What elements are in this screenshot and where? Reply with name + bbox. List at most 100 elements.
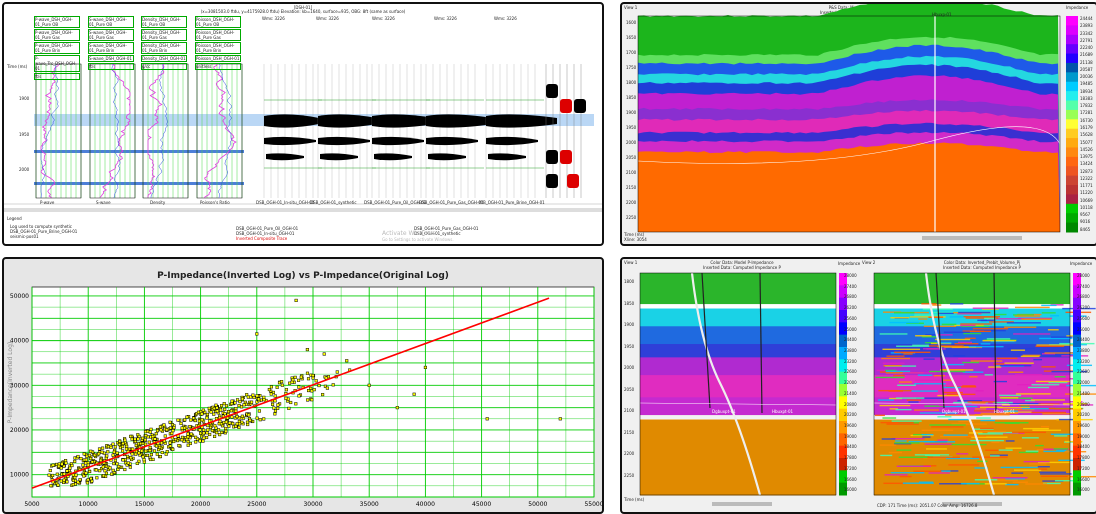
noise-streak xyxy=(1040,425,1050,428)
impedance-layer xyxy=(640,304,836,310)
noise-streak xyxy=(1015,393,1051,395)
wavelet-peak xyxy=(428,153,466,161)
noise-streak xyxy=(994,422,1029,424)
crossplot-chart[interactable]: 5000 10000 15000 20000 25000 30000 35000 40000 4… xyxy=(4,259,602,512)
scatter-point xyxy=(141,455,145,459)
noise-streak xyxy=(928,370,966,373)
scatter-point xyxy=(280,383,284,387)
noise-streak xyxy=(880,454,893,457)
noise-streak xyxy=(882,348,921,351)
seismic-lobe xyxy=(546,84,558,98)
noise-streak xyxy=(1004,326,1037,328)
scatter-point xyxy=(140,449,144,453)
noise-streak xyxy=(938,404,957,407)
scatter-point xyxy=(115,451,119,455)
noise-streak xyxy=(1014,315,1041,317)
colorbar-tick: 13975 xyxy=(1080,154,1093,160)
scatter-point xyxy=(182,426,187,430)
noise-streak xyxy=(1010,349,1026,351)
scatter-point xyxy=(154,432,158,436)
colorbar-swatch xyxy=(1066,34,1078,45)
scatter-point xyxy=(95,476,99,480)
scatter-point xyxy=(176,418,180,422)
scatter-point xyxy=(86,463,90,467)
scatter-point xyxy=(212,412,216,416)
noise-streak xyxy=(994,313,1007,316)
colorbar-tick: 20036 xyxy=(1080,74,1093,80)
wavelet-peak xyxy=(264,136,316,146)
scatter-point xyxy=(141,436,145,440)
scatter-point xyxy=(125,444,129,448)
scatter-point xyxy=(130,452,134,456)
scatter-point xyxy=(129,456,133,460)
swave-header-curve-1: S-wave_DSH_OGH-01_Pure OB xyxy=(88,16,134,28)
scatter-point xyxy=(149,453,153,457)
noise-streak xyxy=(1042,413,1071,415)
impedance-layer xyxy=(640,357,836,376)
scatter-point xyxy=(201,439,205,443)
noise-streak xyxy=(927,456,960,459)
noise-streak xyxy=(1000,466,1039,469)
well-log-panel: [DSH-01] (x=3081503.0 ftdu, y=4175928.0 … xyxy=(2,2,604,246)
noise-streak xyxy=(893,312,915,314)
scatter-point xyxy=(276,406,280,410)
noise-streak xyxy=(1006,322,1041,324)
noise-streak xyxy=(972,456,1008,458)
scatter-point xyxy=(143,430,148,434)
scatter-point xyxy=(215,409,219,413)
scatter-point xyxy=(234,407,238,411)
colorbar-tick: 26800 xyxy=(844,294,857,300)
y-tick-label: 20000 xyxy=(10,427,29,434)
noise-streak xyxy=(1011,472,1024,474)
scatter-point xyxy=(273,412,277,416)
colorbar-tick: 13424 xyxy=(1080,161,1093,167)
scatter-point xyxy=(137,434,141,438)
colorbar-swatch xyxy=(1066,194,1078,205)
colorbar-tick: 16000 xyxy=(844,487,857,493)
time-tick-1: 1900 xyxy=(19,96,30,101)
scatter-point xyxy=(60,462,64,466)
scatter-point xyxy=(111,453,115,457)
scatter-point xyxy=(189,432,193,436)
scatter-point xyxy=(306,398,310,402)
colorbar-tick: 21400 xyxy=(844,390,857,396)
scatter-point xyxy=(103,469,107,473)
scatter-point xyxy=(218,419,222,423)
noise-streak xyxy=(976,417,991,419)
colorbar-tick: 22000 xyxy=(844,380,857,386)
zone-band xyxy=(34,182,244,185)
poisson-header-unit: unitless xyxy=(195,63,241,70)
scatter-point xyxy=(311,373,315,378)
scatter-point xyxy=(200,418,204,422)
scatter-point xyxy=(207,406,211,410)
noise-streak xyxy=(922,436,931,438)
scatter-point xyxy=(267,388,271,392)
scatter-point xyxy=(111,468,115,472)
dual-section-image[interactable] xyxy=(622,259,1096,512)
colorbar-tick: 23342 xyxy=(1080,30,1093,36)
colorbar-swatch xyxy=(1066,128,1078,139)
synthetic-header-3: Wms: 3226 xyxy=(372,16,395,21)
colorbar-tick: 17200 xyxy=(1077,465,1090,471)
poisson-header-curve-3: Poisson_DSH_OGH-01_Pure Brin xyxy=(195,42,241,54)
colorbar-tick: 9567 xyxy=(1080,212,1091,218)
well-marker-label: Hbuxp-01 xyxy=(932,12,952,17)
scatter-point xyxy=(85,481,89,485)
impedance-layer xyxy=(874,304,1070,310)
scatter-point xyxy=(109,445,113,450)
colorbar-tick: 23200 xyxy=(844,358,857,364)
scatter-point xyxy=(294,402,298,406)
noise-streak xyxy=(1031,384,1060,386)
scatter-point xyxy=(59,479,63,483)
status-footer: Xline: 3054 xyxy=(624,237,647,242)
scatter-point xyxy=(104,471,108,475)
scatter-point xyxy=(275,385,279,389)
impedance-layer xyxy=(640,308,836,327)
scatter-point xyxy=(173,437,178,442)
scatter-point xyxy=(194,435,198,439)
scatter-point xyxy=(84,458,88,462)
impedance-section-image[interactable] xyxy=(622,4,1096,244)
noise-streak xyxy=(1047,329,1059,331)
scatter-point xyxy=(558,417,562,421)
scatter-point xyxy=(306,388,311,393)
